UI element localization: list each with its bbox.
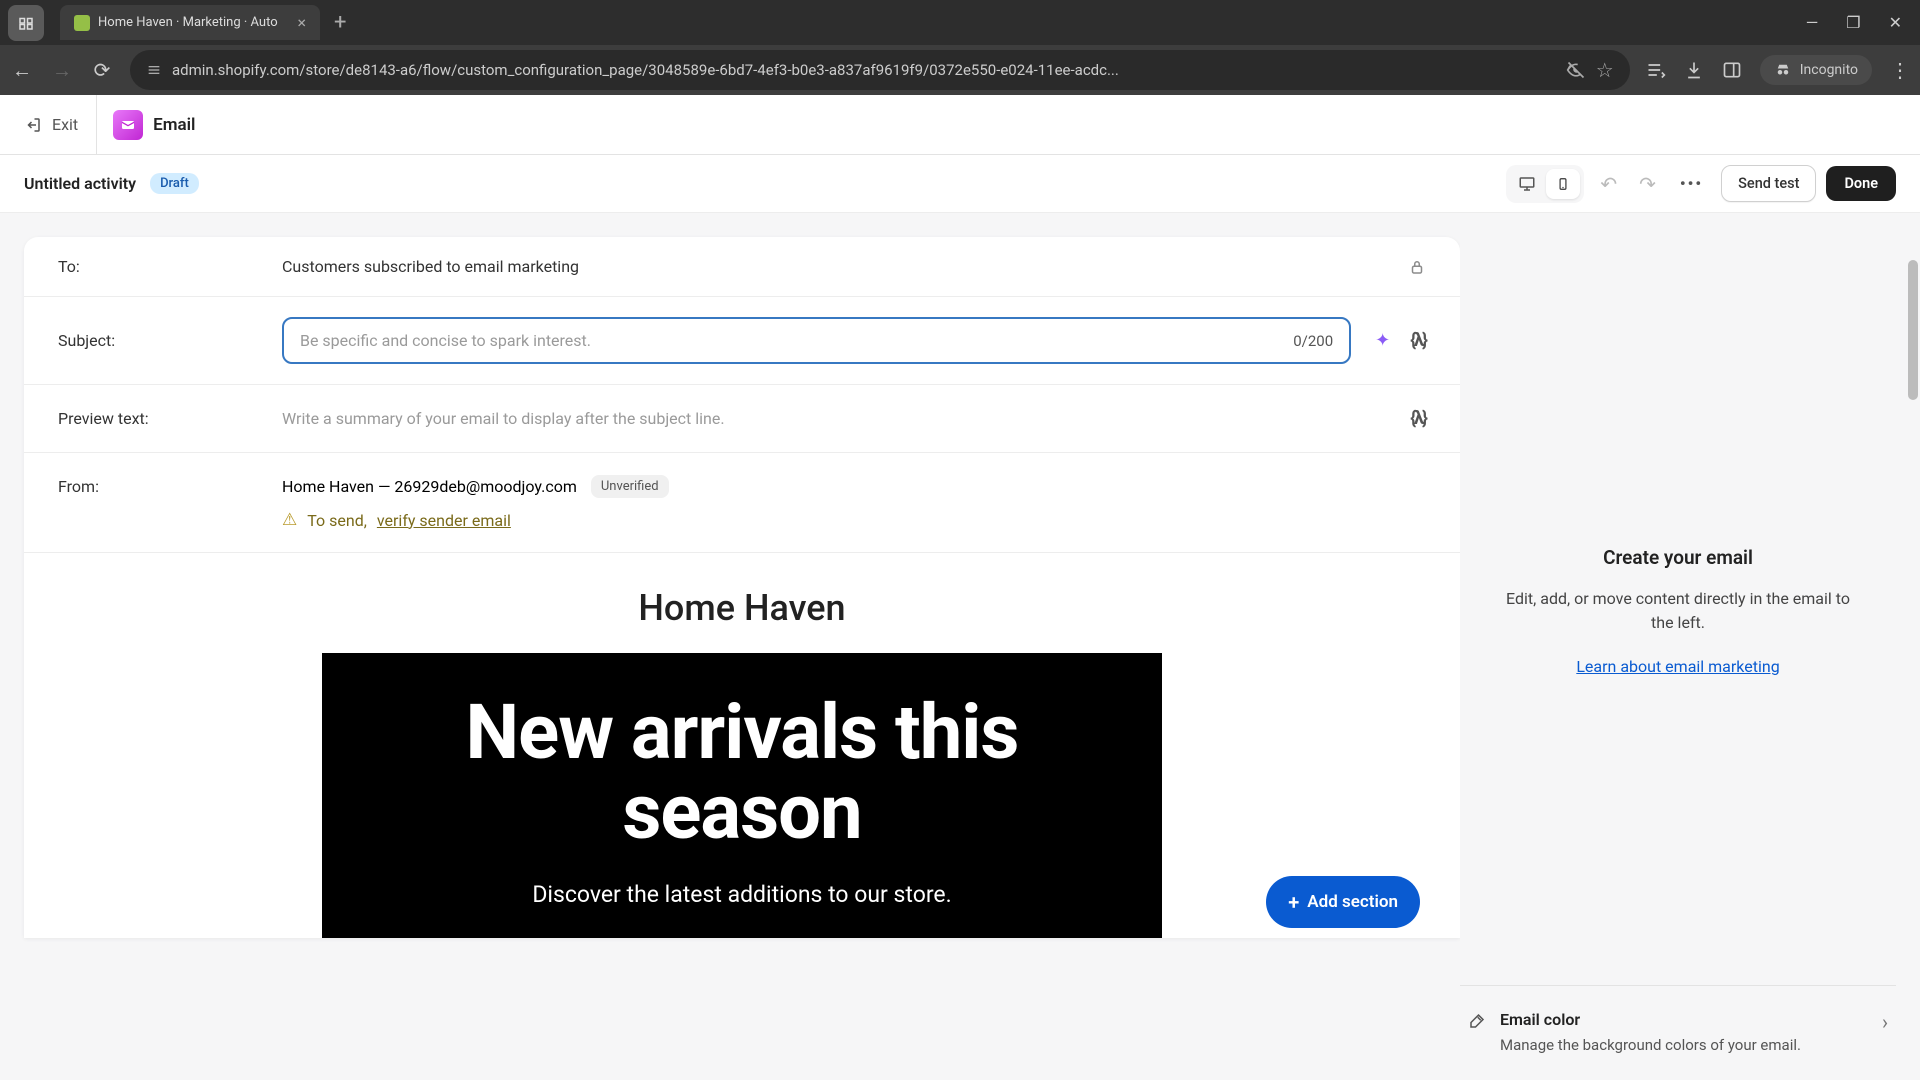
browser-dock-icon[interactable]	[8, 5, 44, 41]
browser-toolbar: ← → ⟳ admin.shopify.com/store/de8143-a6/…	[0, 45, 1920, 95]
browser-menu-icon[interactable]: ⋮	[1890, 58, 1910, 82]
tab-close-icon[interactable]: ×	[297, 13, 306, 32]
mobile-icon	[1556, 175, 1570, 193]
hero-headline[interactable]: New arrivals this season	[362, 693, 1122, 853]
incognito-label: Incognito	[1800, 62, 1858, 78]
insert-variable-icon[interactable]: {λ}	[1410, 330, 1426, 351]
send-test-label: Send test	[1738, 175, 1799, 192]
done-label: Done	[1844, 175, 1878, 192]
exit-icon	[24, 116, 42, 134]
exit-label: Exit	[52, 115, 78, 134]
more-menu-button[interactable]: •••	[1672, 174, 1711, 193]
from-label: From:	[58, 475, 258, 496]
plus-icon: +	[1288, 890, 1299, 914]
favicon-icon	[74, 15, 90, 31]
site-settings-icon[interactable]	[146, 62, 162, 78]
maximize-icon[interactable]: ❐	[1846, 13, 1860, 32]
subject-char-count: 0/200	[1293, 332, 1333, 350]
url-bar[interactable]: admin.shopify.com/store/de8143-a6/flow/c…	[130, 50, 1630, 90]
warning-icon: ⚠	[282, 510, 297, 530]
to-value: Customers subscribed to email marketing	[282, 257, 1384, 276]
subject-input[interactable]	[300, 331, 1293, 350]
learn-marketing-link[interactable]: Learn about email marketing	[1576, 657, 1779, 676]
email-color-desc: Manage the background colors of your ema…	[1500, 1035, 1868, 1056]
minimize-icon[interactable]: —	[1806, 13, 1819, 32]
lock-icon	[1408, 258, 1426, 276]
paint-icon	[1468, 1012, 1486, 1030]
undo-button[interactable]: ↶	[1594, 172, 1623, 196]
eye-off-icon[interactable]	[1566, 60, 1586, 80]
new-tab-button[interactable]: +	[324, 10, 356, 35]
unverified-badge: Unverified	[591, 475, 669, 498]
reload-button[interactable]: ⟳	[90, 58, 114, 82]
from-field-row: From: Home Haven — 26929deb@moodjoy.com …	[24, 453, 1460, 553]
browser-tab-strip: Home Haven · Marketing · Auto × + — ❐ ✕	[0, 0, 1920, 45]
subject-label: Subject:	[58, 331, 258, 350]
desktop-icon	[1518, 175, 1536, 193]
incognito-badge[interactable]: Incognito	[1760, 55, 1872, 85]
app-title: Email	[153, 115, 195, 135]
activity-bar: Untitled activity Draft ↶ ↷ ••• Send tes…	[0, 155, 1920, 213]
verify-prefix: To send,	[307, 511, 367, 530]
add-section-button[interactable]: + Add section	[1266, 876, 1420, 928]
incognito-icon	[1774, 61, 1792, 79]
email-color-row[interactable]: Email color Manage the background colors…	[1460, 985, 1896, 1080]
email-canvas[interactable]: Home Haven New arrivals this season Disc…	[24, 553, 1460, 938]
playlist-icon[interactable]	[1646, 60, 1666, 80]
add-section-label: Add section	[1307, 892, 1398, 912]
redo-button[interactable]: ↷	[1633, 172, 1662, 196]
email-editor-card: To: Customers subscribed to email market…	[24, 237, 1460, 938]
preview-input[interactable]: Write a summary of your email to display…	[282, 405, 1386, 432]
verify-sender-link[interactable]: verify sender email	[377, 511, 511, 530]
hero-section[interactable]: New arrivals this season Discover the la…	[322, 653, 1162, 938]
ai-sparkle-icon[interactable]: ✦	[1375, 330, 1390, 351]
tab-title: Home Haven · Marketing · Auto	[98, 15, 278, 30]
done-button[interactable]: Done	[1826, 166, 1896, 201]
back-button[interactable]: ←	[10, 58, 34, 83]
chevron-right-icon: ›	[1882, 1010, 1888, 1034]
status-badge: Draft	[150, 173, 199, 194]
exit-button[interactable]: Exit	[24, 95, 97, 154]
email-brand-heading[interactable]: Home Haven	[24, 573, 1460, 653]
subject-field-row: Subject: 0/200 ✦ {λ}	[24, 297, 1460, 385]
preview-label: Preview text:	[58, 409, 258, 428]
browser-tab[interactable]: Home Haven · Marketing · Auto ×	[60, 5, 320, 40]
bookmark-star-icon[interactable]: ☆	[1596, 58, 1614, 82]
mobile-preview-button[interactable]	[1546, 169, 1580, 199]
hero-subtext[interactable]: Discover the latest additions to our sto…	[362, 881, 1122, 908]
side-panel-icon[interactable]	[1722, 60, 1742, 80]
sidebar-title: Create your email	[1603, 546, 1753, 569]
preview-field-row: Preview text: Write a summary of your em…	[24, 385, 1460, 453]
close-window-icon[interactable]: ✕	[1889, 13, 1902, 32]
to-label: To:	[58, 257, 258, 276]
desktop-preview-button[interactable]	[1510, 169, 1544, 199]
subject-input-wrap[interactable]: 0/200	[282, 317, 1351, 364]
email-app-icon	[113, 110, 143, 140]
right-sidebar: Create your email Edit, add, or move con…	[1460, 213, 1920, 1080]
insert-variable-icon[interactable]: {λ}	[1410, 408, 1426, 429]
forward-button: →	[50, 58, 74, 83]
to-field-row: To: Customers subscribed to email market…	[24, 237, 1460, 297]
send-test-button[interactable]: Send test	[1721, 165, 1816, 202]
sidebar-desc: Edit, add, or move content directly in t…	[1500, 587, 1856, 635]
app-topbar: Exit Email	[0, 95, 1920, 155]
url-text: admin.shopify.com/store/de8143-a6/flow/c…	[172, 61, 1556, 79]
device-preview-toggle	[1506, 165, 1584, 203]
download-icon[interactable]	[1684, 60, 1704, 80]
activity-title: Untitled activity	[24, 174, 136, 193]
scrollbar-thumb[interactable]	[1908, 260, 1918, 400]
email-color-title: Email color	[1500, 1010, 1868, 1029]
from-value: Home Haven — 26929deb@moodjoy.com	[282, 477, 577, 496]
